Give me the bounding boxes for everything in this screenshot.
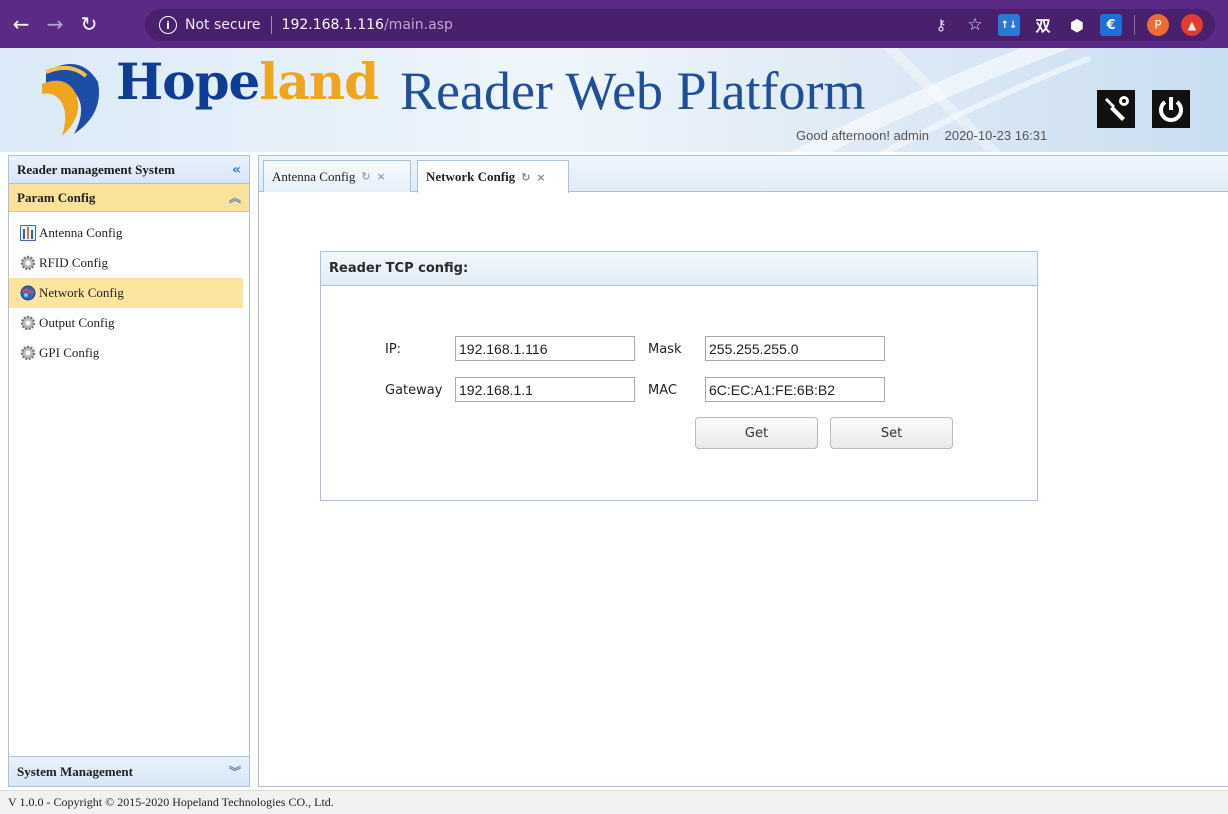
sidebar-item-rfid-config[interactable]: RFID Config — [9, 248, 249, 278]
tab-bar: Antenna Config ↻ × Network Config ↻ × — [259, 156, 1228, 193]
current-datetime: 2020-10-23 16:31 — [944, 128, 1048, 143]
back-icon[interactable]: ← — [8, 11, 34, 37]
gear-icon — [19, 255, 36, 272]
network-globe-icon — [19, 285, 36, 302]
settings-tools-button[interactable] — [1097, 90, 1135, 128]
app-title: Reader Web Platform — [400, 61, 866, 121]
gear-icon — [19, 315, 36, 332]
gateway-field[interactable] — [455, 377, 635, 402]
browser-toolbar: ← → ↻ i Not secure 192.168.1.116/main.as… — [0, 0, 1228, 48]
user-greeting: Good afternoon! admin 2020-10-23 16:31 — [796, 128, 1059, 143]
profile-avatar[interactable]: P — [1147, 14, 1169, 36]
sidebar-item-antenna-config[interactable]: Antenna Config — [9, 218, 249, 248]
toolbar-divider — [1134, 15, 1135, 35]
forward-icon[interactable]: → — [42, 11, 68, 37]
address-divider — [270, 16, 272, 34]
get-button[interactable]: Get — [695, 417, 818, 449]
chevron-up-icon[interactable]: ︽ — [229, 189, 241, 206]
brand-logo-tail: land — [259, 52, 379, 111]
collapse-sidebar-icon[interactable]: « — [232, 162, 241, 178]
info-icon[interactable]: i — [159, 16, 177, 34]
url-host: 192.168.1.116 — [281, 17, 384, 33]
hopeland-logo-icon — [42, 64, 99, 136]
copyright-footer: V 1.0.0 - Copyright © 2015-2020 Hopeland… — [0, 790, 1228, 814]
translate-icon[interactable]: ↑↓ — [998, 14, 1020, 36]
gear-icon — [19, 345, 36, 362]
chevron-down-icon[interactable]: ︾ — [229, 763, 241, 780]
brand-logo-text: Hopeland — [116, 52, 379, 111]
sidebar-item-label: Network Config — [39, 285, 124, 300]
sidebar-header: Reader management System « — [9, 156, 249, 184]
antenna-icon — [19, 225, 36, 242]
main-content: Antenna Config ↻ × Network Config ↻ × Re… — [258, 155, 1228, 787]
param-config-group[interactable]: Param Config ︽ — [9, 184, 249, 212]
mac-label: MAC — [648, 383, 677, 398]
cn-dictionary-icon[interactable]: 双 — [1032, 14, 1054, 36]
mask-field[interactable] — [705, 336, 885, 361]
sidebar-item-label: RFID Config — [39, 255, 108, 270]
extension-bar: ⚷ ☆ ↑↓ 双 ⬢ € P ▲ — [930, 14, 1203, 36]
set-button[interactable]: Set — [830, 417, 953, 449]
key-icon[interactable]: ⚷ — [930, 14, 952, 36]
update-icon[interactable]: ▲ — [1181, 14, 1203, 36]
system-management-label: System Management — [17, 763, 133, 779]
sidebar-item-gpi-config[interactable]: GPI Config — [9, 338, 249, 368]
system-management-group[interactable]: System Management ︾ — [9, 756, 249, 786]
greeting-text: Good afternoon! admin — [796, 128, 929, 143]
star-icon[interactable]: ☆ — [964, 14, 986, 36]
tab-refresh-icon[interactable]: ↻ — [361, 170, 370, 183]
tab-network-config[interactable]: Network Config ↻ × — [417, 160, 569, 193]
sidebar-title: Reader management System — [17, 161, 175, 177]
cube-icon[interactable]: ⬢ — [1066, 14, 1088, 36]
sidebar: Reader management System « Param Config … — [8, 155, 250, 787]
ip-field[interactable] — [455, 336, 635, 361]
euro-icon[interactable]: € — [1100, 14, 1122, 36]
sidebar-item-network-config[interactable]: Network Config — [9, 278, 243, 308]
tab-label: Network Config — [426, 169, 516, 184]
app-header: Hopeland Reader Web Platform Good aftern… — [0, 48, 1228, 152]
sidebar-item-label: Output Config — [39, 315, 115, 330]
url-path: /main.asp — [383, 17, 453, 33]
security-label: Not secure — [185, 17, 261, 33]
tab-label: Antenna Config — [272, 168, 356, 184]
tab-close-icon[interactable]: × — [377, 170, 386, 183]
sidebar-item-output-config[interactable]: Output Config — [9, 308, 249, 338]
address-bar[interactable]: i Not secure 192.168.1.116/main.asp ⚷ ☆ … — [145, 9, 1215, 41]
brand-logo-main: Hope — [116, 52, 260, 111]
sidebar-menu: Antenna Config RFID Config Network Confi… — [9, 212, 249, 368]
gateway-label: Gateway — [385, 383, 443, 398]
param-config-label: Param Config — [17, 189, 96, 205]
logout-button[interactable] — [1152, 90, 1190, 128]
tcp-config-panel: Reader TCP config: IP: Mask Gateway MAC … — [320, 251, 1038, 501]
sidebar-item-label: GPI Config — [39, 345, 100, 360]
panel-title: Reader TCP config: — [321, 252, 1037, 286]
ip-label: IP: — [385, 342, 402, 357]
power-icon — [1159, 97, 1183, 122]
tab-close-icon[interactable]: × — [536, 171, 545, 184]
mac-field[interactable] — [705, 377, 885, 402]
tab-antenna-config[interactable]: Antenna Config ↻ × — [263, 160, 411, 192]
sidebar-item-label: Antenna Config — [39, 225, 123, 240]
tab-refresh-icon[interactable]: ↻ — [521, 171, 530, 184]
mask-label: Mask — [648, 342, 682, 357]
wrench-icon — [1105, 96, 1129, 121]
reload-icon[interactable]: ↻ — [76, 11, 102, 37]
